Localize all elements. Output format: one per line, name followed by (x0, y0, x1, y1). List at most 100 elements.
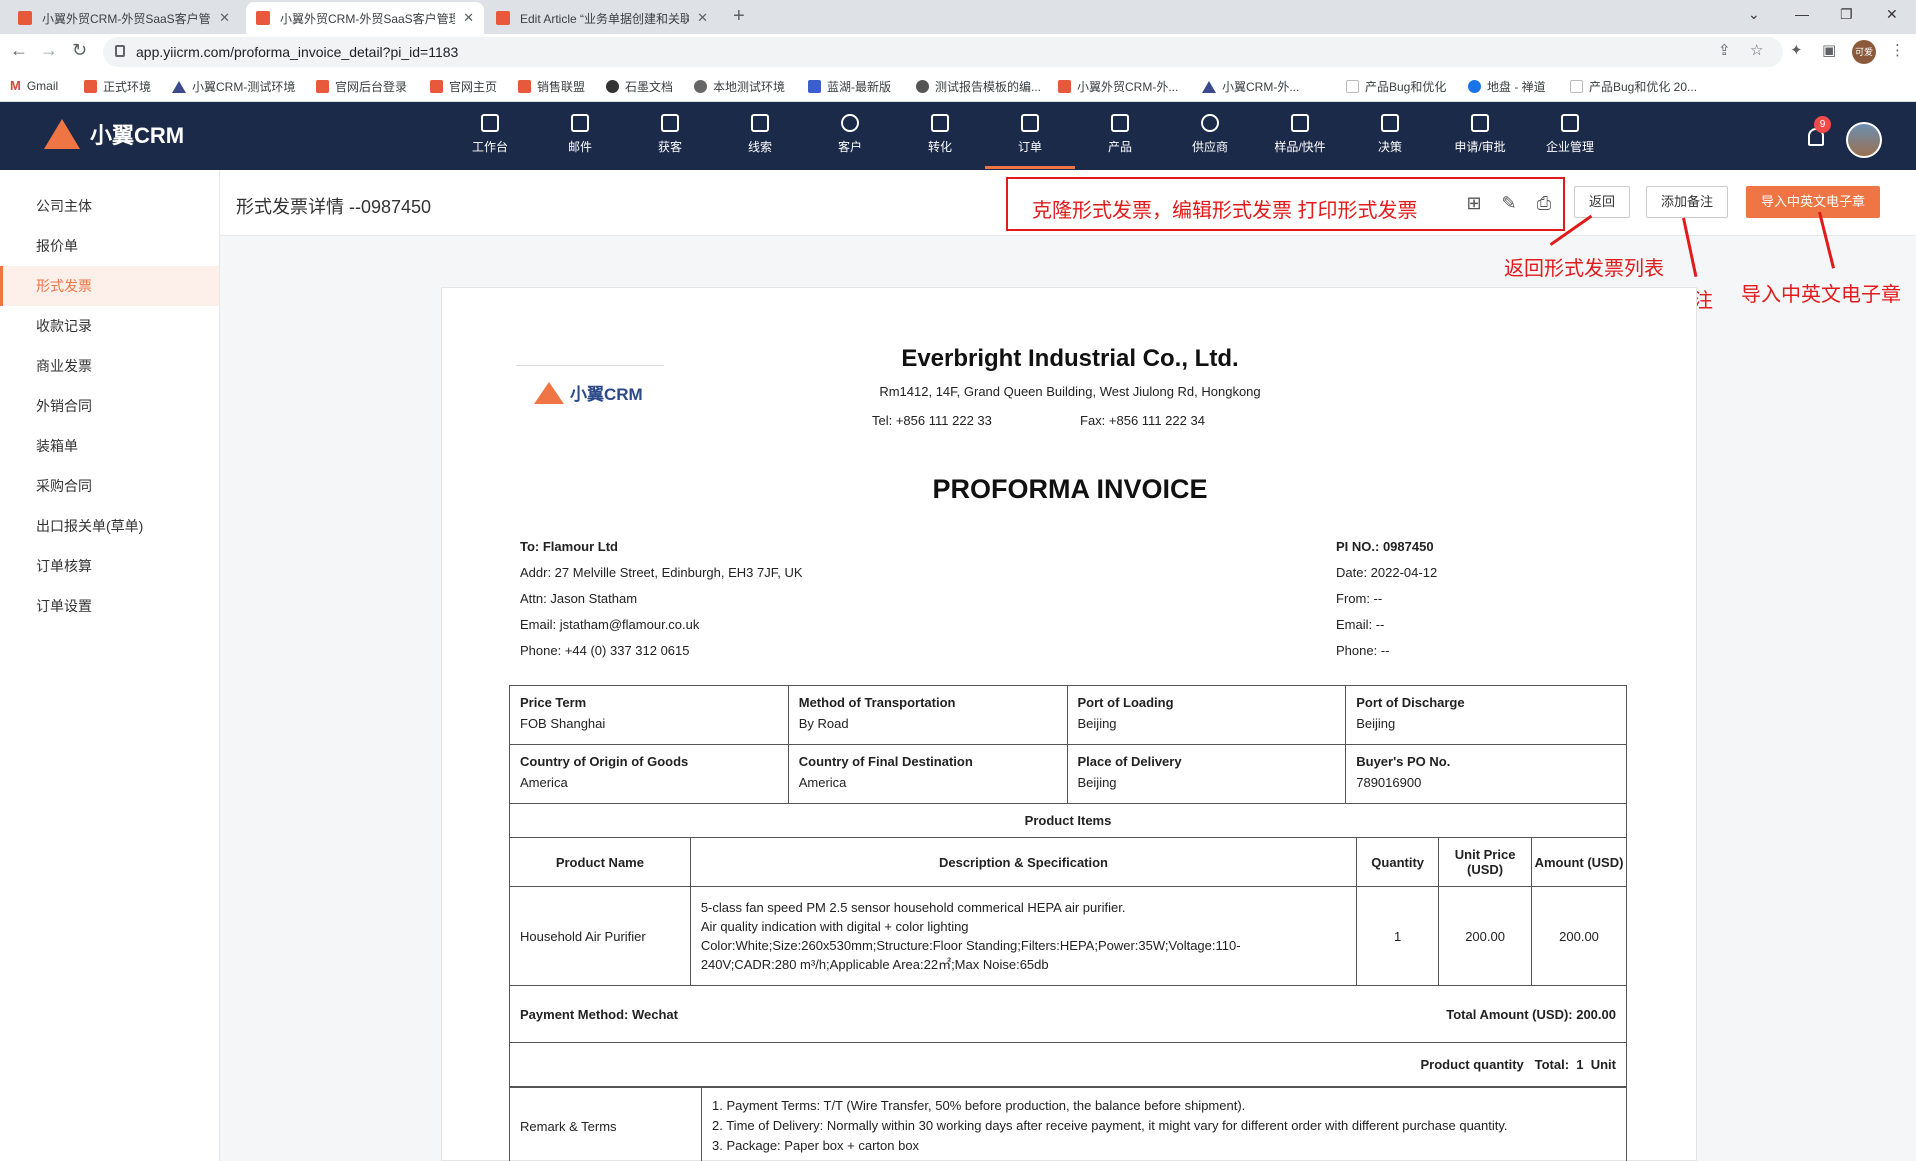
sidebar-item-sales-contract[interactable]: 外销合同 (0, 386, 219, 426)
sidebar-item-customs-declaration[interactable]: 出口报关单(草单) (0, 506, 219, 546)
term-cell: Method of Transportation By Road (787, 685, 1068, 745)
doc-icon (1346, 80, 1359, 93)
tab-title: 小翼外贸CRM-外贸SaaS客户管理 (280, 11, 456, 26)
bookmark-item[interactable]: 官网后台登录 (316, 78, 407, 95)
edit-pencil-icon[interactable]: ✎ (1498, 192, 1520, 214)
clone-icon[interactable]: ⊞ (1463, 192, 1485, 214)
pi-date: Date: 2022-04-12 (1336, 565, 1438, 580)
bookmark-item[interactable]: 销售联盟 (518, 78, 585, 95)
close-icon[interactable]: ✕ (219, 10, 230, 26)
reload-icon[interactable]: ↻ (72, 40, 87, 61)
bookmark-item[interactable]: 蓝湖-最新版 (808, 78, 891, 95)
bookmark-item[interactable]: 小翼外贸CRM-外... (1058, 78, 1178, 95)
sidebar-item-commercial-invoice[interactable]: 商业发票 (0, 346, 219, 386)
bookmark-item[interactable]: 正式环境 (84, 78, 151, 95)
pi-email: Email: -- (1336, 617, 1385, 632)
nav-customers[interactable]: 客户 (815, 114, 885, 155)
funnel-icon (931, 114, 949, 132)
nav-approval[interactable]: 申请/审批 (1445, 114, 1515, 155)
sidebar-item-order-settings[interactable]: 订单设置 (0, 586, 219, 626)
nav-workbench[interactable]: 工作台 (455, 114, 525, 155)
sidebar-item-purchase-contract[interactable]: 采购合同 (0, 466, 219, 506)
term-cell: Buyer's PO No. 789016900 (1345, 744, 1627, 804)
extensions-icon[interactable]: ✦ (1790, 41, 1803, 59)
app-logo[interactable]: 小翼CRM (44, 118, 184, 150)
sidebar-item-order-accounting[interactable]: 订单核算 (0, 546, 219, 586)
payment-method: Payment Method: Wechat (520, 1006, 678, 1022)
nav-decision[interactable]: 决策 (1355, 114, 1425, 155)
bookmark-item[interactable]: 石墨文档 (606, 78, 673, 95)
close-icon[interactable]: ✕ (697, 10, 708, 26)
window-close-icon[interactable]: ✕ (1886, 6, 1898, 23)
bookmark-item[interactable]: 小翼CRM-测试环境 (172, 78, 295, 95)
close-icon[interactable]: ✕ (463, 10, 474, 26)
url-text: app.yiicrm.com/proforma_invoice_detail?p… (136, 44, 459, 60)
pi-phone: Phone: -- (1336, 643, 1390, 658)
sidebar: 公司主体 报价单 形式发票 收款记录 商业发票 外销合同 装箱单 采购合同 出口… (0, 170, 220, 1161)
mail-icon (571, 114, 589, 132)
building-icon (1561, 114, 1579, 132)
sidebar-item-quotation[interactable]: 报价单 (0, 226, 219, 266)
sidebar-item-packing-list[interactable]: 装箱单 (0, 426, 219, 466)
import-seal-button[interactable]: 导入中英文电子章 (1746, 186, 1881, 218)
radar-icon (661, 114, 679, 132)
nav-samples[interactable]: 样品/快件 (1265, 114, 1335, 155)
bookmark-item[interactable]: 官网主页 (430, 78, 497, 95)
bookmark-star-icon[interactable]: ☆ (1750, 41, 1763, 59)
nav-orders[interactable]: 订单 (985, 114, 1075, 169)
menu-dots-icon[interactable]: ⋮ (1890, 41, 1905, 59)
add-note-button[interactable]: 添加备注 (1646, 186, 1729, 218)
remark-label: Remark & Terms (509, 1087, 702, 1161)
back-button[interactable]: 返回 (1574, 186, 1631, 218)
side-panel-icon[interactable]: ▣ (1822, 41, 1836, 59)
nav-conversion[interactable]: 转化 (905, 114, 975, 155)
minimize-icon[interactable]: — (1795, 6, 1809, 22)
notification-badge: 9 (1814, 116, 1831, 133)
pi-from: From: -- (1336, 591, 1383, 606)
nav-leads[interactable]: 线索 (725, 114, 795, 155)
term-cell: Country of Origin of Goods America (509, 744, 789, 804)
new-tab-icon[interactable]: + (733, 5, 745, 28)
sidebar-item-payments[interactable]: 收款记录 (0, 306, 219, 346)
dashboard-icon (481, 114, 499, 132)
product-items-title: Product Items (509, 803, 1627, 838)
browser-tab-active[interactable]: 小翼外贸CRM-外贸SaaS客户管理 ✕ (246, 2, 484, 34)
gmail-icon: M (10, 78, 21, 93)
forward-arrow-icon[interactable]: → (40, 40, 58, 61)
column-header: Unit Price (USD) (1438, 837, 1533, 887)
share-icon[interactable]: ⇪ (1718, 41, 1731, 59)
user-avatar[interactable] (1846, 122, 1882, 158)
crm-favicon-icon (316, 80, 329, 93)
annotation-import-seal: 导入中英文电子章 (1741, 284, 1901, 306)
nav-mail[interactable]: 邮件 (545, 114, 615, 155)
app-header: 小翼CRM 工作台 邮件 获客 线索 客户 转化 订单 产品 供应商 样品/快件… (0, 102, 1916, 170)
profile-avatar[interactable]: 可爱 (1852, 40, 1876, 64)
sidebar-item-proforma-invoice[interactable]: 形式发票 (0, 266, 219, 306)
bookmark-item[interactable]: 测试报告模板的编... (916, 78, 1041, 95)
bookmark-item[interactable]: 产品Bug和优化 (1346, 78, 1446, 95)
chart-icon (1381, 114, 1399, 132)
crm-favicon-icon (430, 80, 443, 93)
restore-icon[interactable]: ❐ (1840, 6, 1853, 23)
nav-suppliers[interactable]: 供应商 (1175, 114, 1245, 155)
bookmark-item[interactable]: M Gmail (10, 78, 58, 93)
bookmark-item[interactable]: 地盘 - 禅道 (1468, 78, 1546, 95)
back-arrow-icon[interactable]: ← (10, 40, 28, 61)
buyer-attn: Attn: Jason Statham (520, 591, 638, 606)
browser-tab[interactable]: Edit Article “业务单据创建和关联 ✕ (486, 2, 718, 34)
browser-tab[interactable]: 小翼外贸CRM-外贸SaaS客户管理 ✕ (8, 2, 240, 34)
lanhu-icon (808, 80, 821, 93)
sidebar-item-company[interactable]: 公司主体 (0, 186, 219, 226)
address-bar[interactable]: app.yiicrm.com/proforma_invoice_detail?p… (103, 37, 1783, 67)
print-icon[interactable]: ⎙ (1533, 192, 1555, 214)
tab-search-icon[interactable]: ⌄ (1748, 6, 1760, 23)
leads-icon (751, 114, 769, 132)
bookmark-item[interactable]: 小翼CRM-外... (1202, 78, 1299, 95)
bookmark-item[interactable]: 产品Bug和优化 20... (1570, 78, 1697, 95)
bookmark-item[interactable]: 本地测试环境 (694, 78, 785, 95)
total-amount: Total Amount (USD): 200.00 (1446, 1006, 1616, 1022)
company-tel: Tel: +856 111 222 33 (872, 413, 992, 428)
nav-acquire[interactable]: 获客 (635, 114, 705, 155)
nav-enterprise[interactable]: 企业管理 (1535, 114, 1605, 155)
nav-products[interactable]: 产品 (1085, 114, 1155, 155)
